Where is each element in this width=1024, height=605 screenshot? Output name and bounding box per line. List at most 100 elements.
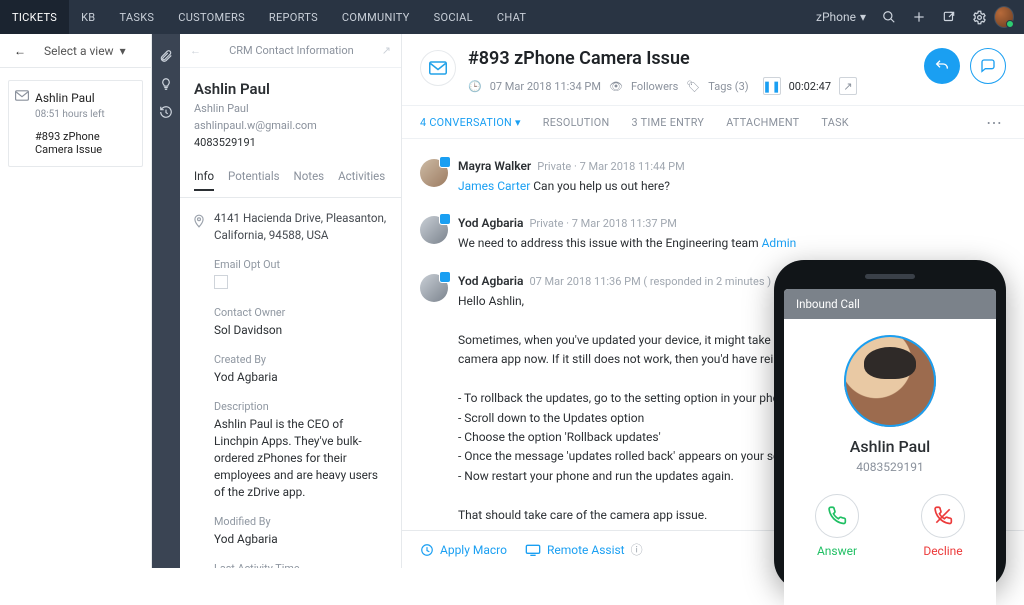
- msg-author: Yod Agbaria: [458, 216, 523, 230]
- channel-badge-icon: [439, 271, 451, 283]
- ticket-meta: 🕒 07 Mar 2018 11:34 PM 👁 Followers 🏷 Tag…: [468, 77, 912, 95]
- nav-community[interactable]: COMMUNITY: [330, 0, 422, 34]
- decline-label: Decline: [923, 544, 962, 558]
- tab-info[interactable]: Info: [194, 169, 214, 191]
- field-value: Yod Agbaria: [214, 369, 387, 386]
- field-label: Contact Owner: [214, 306, 387, 319]
- remote-assist-label: Remote Assist: [547, 543, 625, 557]
- view-selector[interactable]: Select a view ▾: [44, 44, 126, 58]
- channel-badge-icon: [439, 213, 451, 225]
- tab-task[interactable]: TASK: [821, 116, 848, 129]
- view-bar: ← Select a view ▾: [0, 34, 151, 68]
- apply-macro-label: Apply Macro: [440, 543, 507, 557]
- timer-pause-button[interactable]: ❚❚: [763, 77, 781, 95]
- contact-email: ashlinpaul.w@gmail.com: [194, 119, 387, 132]
- lightbulb-icon[interactable]: [152, 70, 180, 98]
- tab-resolution[interactable]: RESOLUTION: [543, 116, 610, 129]
- channel-badge-icon: [439, 156, 451, 168]
- ticket-card[interactable]: Ashlin Paul 08:51 hours left #893 zPhone…: [8, 80, 143, 167]
- tab-attachment[interactable]: ATTACHMENT: [726, 116, 799, 129]
- tab-conversation[interactable]: 4 CONVERSATION ▾: [420, 116, 521, 129]
- avatar: [420, 274, 448, 302]
- crm-info-scroll[interactable]: 4141 Hacienda Drive, Pleasanton, Califor…: [180, 198, 401, 568]
- caller-name: Ashlin Paul: [784, 437, 996, 456]
- contact-summary: Ashlin Paul Ashlin Paul ashlinpaul.w@gma…: [180, 68, 401, 159]
- mention-link[interactable]: James Carter: [458, 179, 530, 193]
- back-arrow-icon[interactable]: ←: [14, 44, 32, 58]
- popout-icon[interactable]: ↗: [382, 44, 391, 57]
- info-icon: ⓘ: [631, 541, 643, 558]
- ticket-actions: [924, 48, 1006, 84]
- avatar: [420, 159, 448, 187]
- search-icon[interactable]: [874, 0, 904, 34]
- followers-label[interactable]: Followers: [631, 80, 678, 93]
- field-label: Description: [214, 400, 387, 413]
- company-name: zPhone: [816, 10, 856, 24]
- remote-assist-button[interactable]: Remote Assist ⓘ: [525, 541, 643, 558]
- back-small-icon[interactable]: ←: [190, 44, 201, 57]
- nav-tickets[interactable]: TICKETS: [0, 0, 69, 34]
- clock-icon: 🕒: [468, 80, 482, 93]
- nav-tasks[interactable]: TASKS: [107, 0, 166, 34]
- nav-chat[interactable]: CHAT: [485, 0, 538, 34]
- msg-meta: 07 Mar 2018 11:36 PM ( responded in 2 mi…: [529, 275, 771, 288]
- ticket-sender: Ashlin Paul: [35, 91, 132, 105]
- tab-activities[interactable]: Activities: [338, 169, 385, 191]
- tags-label[interactable]: Tags (3): [708, 80, 748, 93]
- crm-title: CRM Contact Information: [229, 44, 354, 57]
- nav-customers[interactable]: CUSTOMERS: [166, 0, 257, 34]
- ticket-main: #893 zPhone Camera Issue 🕒 07 Mar 2018 1…: [402, 34, 1024, 568]
- field-value: Yod Agbaria: [214, 531, 387, 548]
- nav-kb[interactable]: KB: [69, 0, 107, 34]
- timer-value: 00:02:47: [789, 80, 831, 93]
- answer-label: Answer: [817, 544, 857, 558]
- msg-author: Mayra Walker: [458, 159, 531, 173]
- tab-notes[interactable]: Notes: [294, 169, 325, 191]
- nav-reports[interactable]: REPORTS: [257, 0, 330, 34]
- attachment-icon[interactable]: [152, 42, 180, 70]
- context-rail: [152, 34, 180, 568]
- crm-panel: ← CRM Contact Information ↗ Ashlin Paul …: [180, 34, 402, 568]
- avatar: [420, 216, 448, 244]
- tab-time-entry[interactable]: 3 TIME ENTRY: [631, 116, 704, 129]
- msg-author: Yod Agbaria: [458, 274, 523, 288]
- apply-macro-button[interactable]: Apply Macro: [420, 543, 507, 557]
- reply-button[interactable]: [924, 48, 960, 84]
- thread-message: Yod Agbaria Private · 7 Mar 2018 11:37 PM…: [420, 206, 1006, 263]
- more-icon[interactable]: ⋯: [982, 113, 1006, 132]
- add-icon[interactable]: [904, 0, 934, 34]
- gear-icon[interactable]: [964, 0, 994, 34]
- contact-name: Ashlin Paul: [194, 80, 387, 98]
- caller-avatar: [844, 335, 936, 427]
- company-switcher[interactable]: zPhone ▾: [808, 10, 874, 24]
- channel-email-icon: [420, 50, 456, 86]
- decline-call-button[interactable]: Decline: [921, 494, 965, 558]
- answer-call-button[interactable]: Answer: [815, 494, 859, 558]
- profile-avatar[interactable]: [994, 0, 1024, 34]
- comment-button[interactable]: [970, 48, 1006, 84]
- open-external-icon[interactable]: [934, 0, 964, 34]
- mention-link[interactable]: Admin: [762, 236, 797, 250]
- ticket-title: #893 zPhone Camera Issue: [35, 130, 132, 156]
- chevron-down-icon: ▾: [120, 44, 126, 58]
- phone-answer-icon: [815, 494, 859, 538]
- history-icon[interactable]: [152, 98, 180, 126]
- chevron-down-icon: ▾: [515, 116, 521, 129]
- msg-meta: Private · 7 Mar 2018 11:44 PM: [537, 160, 684, 173]
- timer-expand-button[interactable]: ↗: [839, 77, 857, 95]
- nav-social[interactable]: SOCIAL: [422, 0, 485, 34]
- call-header: Inbound Call: [784, 289, 996, 319]
- tab-potentials[interactable]: Potentials: [228, 169, 280, 191]
- chevron-down-icon: ▾: [860, 10, 866, 24]
- view-selector-label: Select a view: [44, 44, 114, 58]
- ticket-title: #893 zPhone Camera Issue: [468, 48, 912, 69]
- crm-header: ← CRM Contact Information ↗: [180, 34, 401, 68]
- email-opt-out-checkbox[interactable]: [214, 275, 228, 289]
- msg-meta: Private · 7 Mar 2018 11:37 PM: [529, 217, 676, 230]
- ticket-list-pane: ← Select a view ▾ Ashlin Paul 08:51 hour…: [0, 34, 152, 568]
- field-label: Modified By: [214, 515, 387, 528]
- contact-sub: Ashlin Paul: [194, 102, 387, 115]
- inbound-call-phone: Inbound Call Ashlin Paul 4083529191 Answ…: [774, 260, 1006, 590]
- phone-speaker-icon: [865, 274, 915, 279]
- field-label: Created By: [214, 353, 387, 366]
